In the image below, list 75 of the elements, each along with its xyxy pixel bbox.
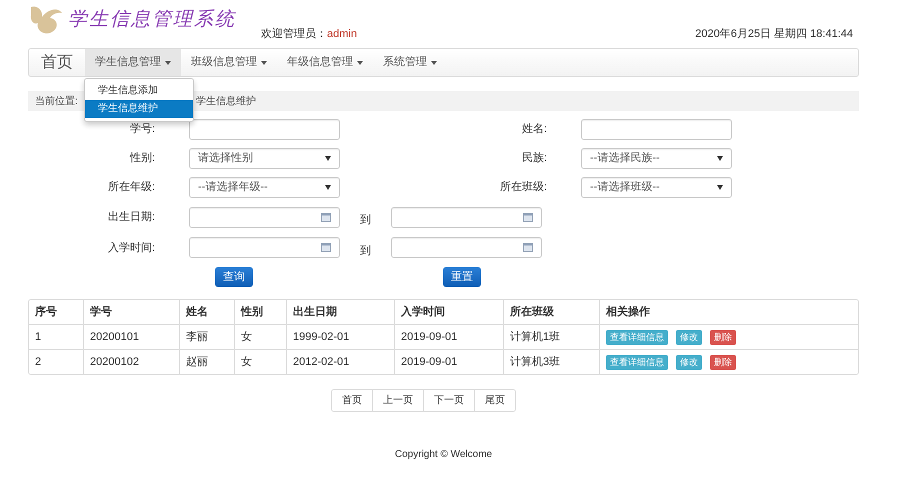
date-field[interactable] (391, 206, 542, 228)
column-header: 学号 (90, 304, 112, 320)
select-field[interactable]: --请选择年级-- (189, 177, 340, 198)
table-cell-text: 2019-09-01 (401, 354, 458, 370)
select-field[interactable]: 请选择性别 (189, 148, 340, 169)
dropdown-item[interactable]: 学生信息维护 (85, 100, 193, 118)
input-field[interactable] (189, 119, 340, 140)
field-label: 所在年级: (106, 180, 156, 196)
caret-icon (431, 60, 437, 64)
home-link[interactable]: 首页 (29, 49, 85, 76)
date-field[interactable] (189, 237, 340, 258)
input-field[interactable] (581, 119, 732, 140)
field-label: 入学时间: (106, 240, 156, 256)
delete-button[interactable]: 删除 (710, 330, 736, 344)
table-cell-text: 女 (241, 354, 252, 370)
column-header: 入学时间 (401, 304, 445, 320)
welcome-text: 欢迎管理员：admin (261, 26, 357, 42)
table-cell-text: 2012-02-01 (293, 354, 350, 370)
calendar-icon (523, 243, 533, 252)
table-cell-text: 李丽 (186, 330, 208, 345)
pagination-link[interactable]: 下一页 (423, 390, 474, 411)
pagination-link[interactable]: 上一页 (372, 390, 423, 411)
calendar-icon (321, 212, 331, 222)
caret-icon (717, 156, 723, 161)
field-label: 姓名: (520, 122, 548, 138)
to-label: 到 (359, 213, 372, 228)
table-cell-text: 2 (35, 354, 42, 370)
pagination-link[interactable]: 尾页 (474, 390, 515, 411)
delete-button[interactable]: 删除 (710, 354, 736, 370)
field-label: 所在班级: (498, 180, 548, 196)
caret-icon (357, 60, 363, 64)
column-header: 姓名 (186, 304, 208, 320)
table-cell-text: 1999-02-01 (293, 330, 350, 345)
table-cell-text: 1 (35, 330, 42, 345)
date-field[interactable] (189, 206, 340, 228)
caret-icon (717, 185, 723, 190)
field-label: 民族: (520, 151, 548, 166)
column-header: 所在班级 (510, 304, 554, 320)
column-header: 相关操作 (606, 304, 650, 320)
table-cell-text: 赵丽 (186, 354, 208, 370)
field-label: 出生日期: (106, 210, 156, 225)
nav-menu-item[interactable]: 班级信息管理 (181, 49, 277, 76)
nav-menu-item[interactable]: 系统管理 (373, 49, 447, 76)
calendar-icon (523, 212, 533, 222)
form-button[interactable]: 重置 (443, 267, 481, 287)
table-cell-text: 20200102 (90, 354, 139, 370)
nav-menu-item[interactable]: 学生信息管理 (85, 49, 181, 76)
field-label: 性别: (128, 151, 156, 166)
column-header: 序号 (35, 304, 57, 320)
date-field[interactable] (391, 237, 542, 258)
to-label: 到 (359, 244, 372, 258)
table-cell-text: 计算机3班 (510, 354, 560, 370)
breadcrumb-current: 学生信息维护 (196, 94, 256, 108)
pagination-link[interactable]: 首页 (332, 390, 372, 411)
app-title: 学生信息管理系统 (68, 6, 236, 32)
form-button[interactable]: 查询 (215, 267, 253, 287)
select-field[interactable]: --请选择民族-- (581, 148, 732, 169)
table-cell-text: 20200101 (90, 330, 139, 345)
caret-icon (261, 60, 267, 64)
breadcrumb-label: 当前位置: (35, 94, 78, 108)
caret-icon (325, 156, 331, 161)
select-field[interactable]: --请选择班级-- (581, 177, 732, 198)
nav-menu-item[interactable]: 年级信息管理 (277, 49, 373, 76)
column-header: 性别 (241, 304, 263, 320)
copyright-text: Copyright © Welcome (394, 448, 492, 462)
dropdown-item[interactable]: 学生信息添加 (85, 82, 193, 100)
table-cell-text: 女 (241, 330, 252, 345)
field-label: 学号: (128, 122, 156, 138)
caret-icon (165, 60, 171, 64)
caret-icon (325, 185, 331, 190)
table-cell-text: 计算机1班 (510, 330, 560, 345)
datetime: 2020年6月25日 星期四 18:41:44 (695, 26, 853, 42)
column-header: 出生日期 (293, 304, 337, 320)
table-cell-text: 2019-09-01 (401, 330, 458, 345)
calendar-icon (321, 243, 331, 252)
